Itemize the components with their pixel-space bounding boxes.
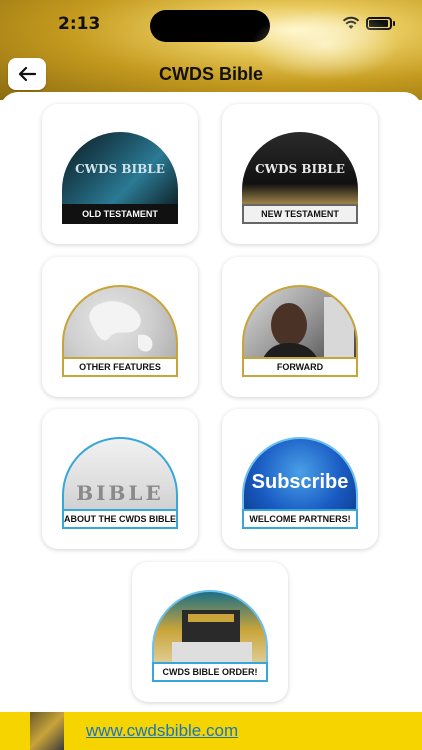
about-art-text: BIBLE [76, 481, 164, 505]
about-card[interactable]: BIBLE ABOUT THE CWDS BIBLE [42, 409, 198, 549]
new-testament-label: NEW TESTAMENT [242, 204, 358, 224]
welcome-partners-label: WELCOME PARTNERS! [242, 509, 358, 529]
other-features-label: OTHER FEATURES [62, 357, 178, 377]
other-features-card[interactable]: OTHER FEATURES [42, 257, 198, 397]
order-card[interactable]: CWDS BIBLE ORDER! [132, 562, 288, 702]
forward-card[interactable]: FORWARD [222, 257, 378, 397]
welcome-partners-card[interactable]: Subscribe WELCOME PARTNERS! [222, 409, 378, 549]
old-testament-art-text: CWDS BIBLE [75, 162, 165, 176]
wifi-icon [342, 16, 360, 29]
menu-grid: CWDS BIBLE OLD TESTAMENT CWDS BIBLE NEW … [0, 92, 422, 712]
app-header: 2:13 CWDS Bible [0, 0, 422, 100]
old-testament-card[interactable]: CWDS BIBLE OLD TESTAMENT [42, 104, 198, 244]
battery-icon [366, 16, 395, 30]
status-bar: 2:13 [0, 0, 422, 46]
order-label: CWDS BIBLE ORDER! [152, 662, 268, 682]
status-time: 2:13 [58, 14, 101, 34]
page-title: CWDS Bible [158, 64, 263, 84]
new-testament-card[interactable]: CWDS BIBLE NEW TESTAMENT [222, 104, 378, 244]
app-logo [30, 712, 64, 750]
website-link[interactable]: www.cwdsbible.com [86, 721, 238, 741]
subscribe-art-text: Subscribe [251, 471, 349, 493]
status-icons [342, 16, 395, 30]
dynamic-island [150, 10, 270, 42]
old-testament-label: OLD TESTAMENT [62, 204, 178, 224]
footer-bar: www.cwdsbible.com [0, 712, 422, 750]
new-testament-art-text: CWDS BIBLE [255, 162, 345, 176]
forward-label: FORWARD [242, 357, 358, 377]
about-label: ABOUT THE CWDS BIBLE [62, 509, 178, 529]
